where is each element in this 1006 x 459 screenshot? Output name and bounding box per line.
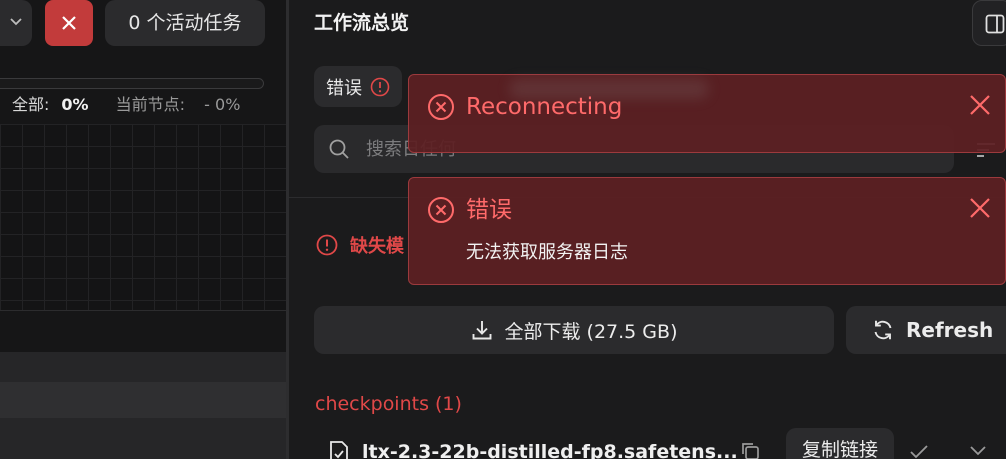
check-icon xyxy=(910,445,928,459)
node-value: - 0% xyxy=(204,95,241,114)
missing-models-heading: 缺失模 xyxy=(316,232,404,258)
active-tasks-button[interactable]: 0 个活动任务 xyxy=(105,0,265,46)
file-check-icon xyxy=(330,441,348,459)
section-title: checkpoints (1) xyxy=(315,393,462,415)
progress-bar xyxy=(0,78,264,89)
copy-link-button[interactable]: 复制链接 xyxy=(786,428,894,459)
cancel-queue-button[interactable] xyxy=(45,0,93,46)
toast-message: 无法获取服务器日志 xyxy=(466,242,628,263)
missing-label: 缺失模 xyxy=(350,236,404,257)
error-circle-icon xyxy=(428,94,454,120)
toast-reconnecting: Reconnecting xyxy=(408,74,1006,153)
search-icon xyxy=(329,139,349,159)
download-all-button[interactable]: 全部下载 (27.5 GB) xyxy=(314,306,834,354)
list-item: ltx-2.3-22b-distilled-fp8.safetens... 复制… xyxy=(329,428,1006,459)
refresh-label: Refresh xyxy=(906,318,994,342)
close-icon[interactable] xyxy=(969,94,991,116)
refresh-icon xyxy=(874,320,892,340)
close-icon[interactable] xyxy=(969,197,991,219)
node-label: 当前节点: xyxy=(115,95,186,114)
dropdown-button[interactable] xyxy=(0,0,32,46)
alert-circle-icon xyxy=(316,234,338,256)
overall-value: 0% xyxy=(61,95,89,114)
toast-error: 错误 无法获取服务器日志 xyxy=(408,177,1006,285)
toast-title: 错误 xyxy=(466,197,512,223)
canvas-grid[interactable] xyxy=(0,124,286,310)
error-filter-chip[interactable]: 错误 xyxy=(314,66,402,107)
chevron-down-icon xyxy=(10,18,22,26)
list-item[interactable] xyxy=(0,382,286,418)
divider xyxy=(0,310,286,311)
download-icon xyxy=(472,321,491,340)
copy-icon[interactable] xyxy=(739,440,761,459)
alert-circle-icon xyxy=(370,77,390,96)
panel-title: 工作流总览 xyxy=(314,12,410,34)
file-name: ltx-2.3-22b-distilled-fp8.safetens... xyxy=(362,441,738,459)
list-item[interactable] xyxy=(0,418,286,459)
download-all-label: 全部下载 (27.5 GB) xyxy=(504,320,678,343)
refresh-button[interactable]: Refresh xyxy=(846,306,1006,354)
error-circle-icon xyxy=(428,197,454,223)
panel-layout-icon xyxy=(985,14,1005,34)
close-icon xyxy=(62,16,76,30)
chevron-down-icon[interactable] xyxy=(970,446,986,456)
toast-title: Reconnecting xyxy=(466,94,623,120)
toggle-panel-button[interactable] xyxy=(972,0,1006,46)
list-item[interactable] xyxy=(0,352,286,382)
overall-label: 全部: xyxy=(12,95,50,114)
chip-label: 错误 xyxy=(326,77,362,99)
progress-stats: 全部: 0% 当前节点: - 0% xyxy=(12,93,240,117)
left-panel: 0 个活动任务 全部: 0% 当前节点: - 0% xyxy=(0,0,286,459)
